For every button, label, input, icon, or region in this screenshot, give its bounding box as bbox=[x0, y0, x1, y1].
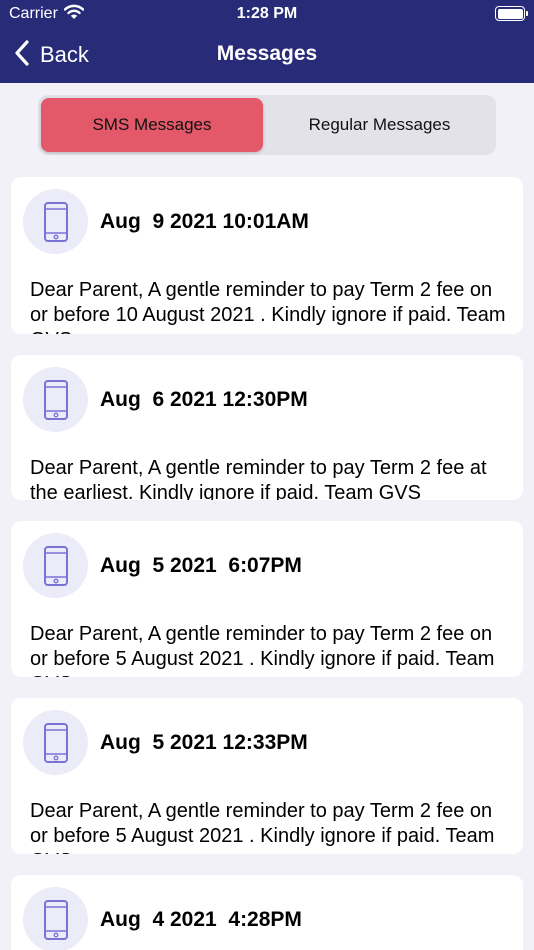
navigation-bar: Carrier 1:28 PM Back Messages bbox=[0, 0, 534, 83]
message-date: Aug 9 2021 10:01AM bbox=[100, 210, 309, 233]
message-card[interactable]: Aug 9 2021 10:01AM Dear Parent, A gentle… bbox=[11, 177, 523, 334]
phone-icon bbox=[23, 533, 88, 598]
message-body: Dear Parent, A gentle reminder to pay Te… bbox=[30, 457, 487, 500]
message-card[interactable]: Aug 5 2021 12:33PM Dear Parent, A gentle… bbox=[11, 698, 523, 854]
phone-icon bbox=[23, 367, 88, 432]
phone-icon bbox=[23, 887, 88, 950]
status-bar: Carrier 1:28 PM bbox=[0, 0, 534, 28]
tab-sms-messages[interactable]: SMS Messages bbox=[41, 98, 263, 152]
message-card[interactable]: Aug 5 2021 6:07PM Dear Parent, A gentle … bbox=[11, 521, 523, 677]
message-body: Dear Parent, A gentle reminder to pay Te… bbox=[30, 279, 506, 334]
message-date: Aug 6 2021 12:30PM bbox=[100, 388, 308, 411]
message-date: Aug 5 2021 12:33PM bbox=[100, 731, 308, 754]
message-card[interactable]: Aug 4 2021 4:28PM bbox=[11, 875, 523, 950]
message-type-tabs: SMS Messages Regular Messages bbox=[38, 95, 496, 155]
message-date: Aug 5 2021 6:07PM bbox=[100, 554, 302, 577]
message-body: Dear Parent, A gentle reminder to pay Te… bbox=[30, 623, 495, 677]
status-time: 1:28 PM bbox=[236, 5, 298, 22]
tab-regular-messages[interactable]: Regular Messages bbox=[266, 98, 493, 152]
message-body: Dear Parent, A gentle reminder to pay Te… bbox=[30, 800, 495, 854]
message-card[interactable]: Aug 6 2021 12:30PM Dear Parent, A gentle… bbox=[11, 355, 523, 500]
message-date: Aug 4 2021 4:28PM bbox=[100, 908, 302, 931]
battery-icon bbox=[495, 6, 528, 21]
phone-icon bbox=[23, 189, 88, 254]
page-title: Messages bbox=[216, 42, 318, 65]
phone-icon bbox=[23, 710, 88, 775]
